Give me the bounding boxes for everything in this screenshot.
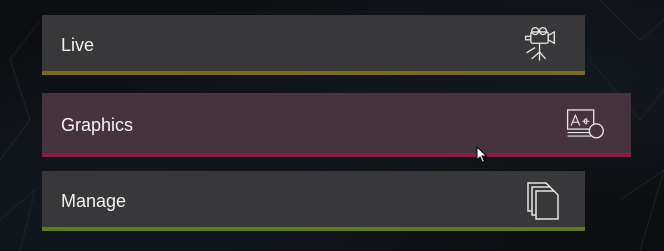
menu-item-graphics-label: Graphics bbox=[61, 114, 134, 135]
menu-item-manage-underline bbox=[42, 227, 585, 231]
menu-item-graphics-underline bbox=[42, 153, 631, 157]
menu-item-live-underline bbox=[42, 71, 585, 75]
menu-item-manage-label: Manage bbox=[61, 190, 127, 211]
stacked-pages-icon bbox=[523, 181, 563, 221]
menu-item-live-label: Live bbox=[61, 34, 95, 55]
video-camera-icon bbox=[523, 25, 563, 65]
menu-item-live[interactable]: Live bbox=[42, 15, 585, 75]
mouse-cursor-icon bbox=[476, 145, 488, 169]
graphics-title-icon bbox=[565, 103, 605, 143]
menu-item-manage[interactable]: Manage bbox=[42, 171, 585, 231]
menu-item-graphics[interactable]: Graphics bbox=[42, 93, 631, 157]
